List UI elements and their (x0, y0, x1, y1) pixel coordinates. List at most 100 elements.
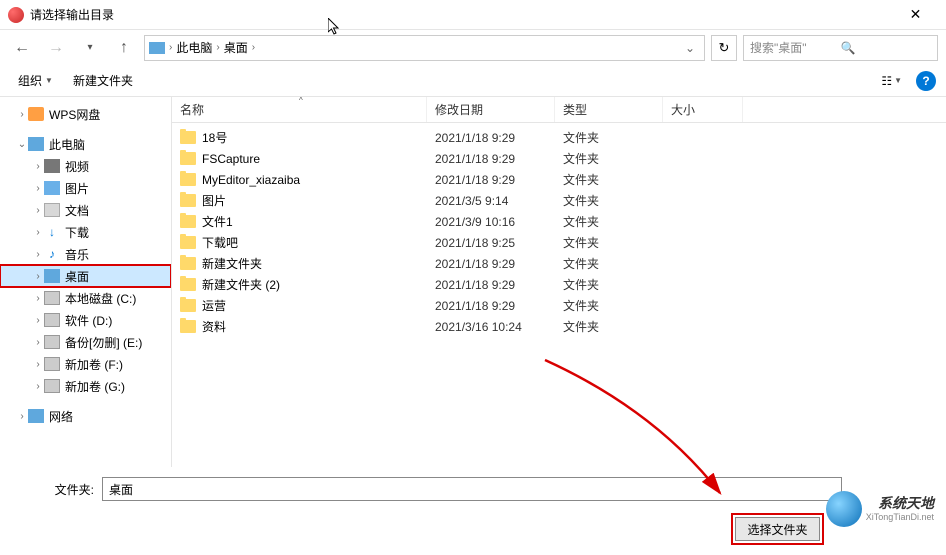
file-name: 文件1 (202, 213, 233, 230)
drive-icon (44, 379, 60, 393)
file-type: 文件夹 (555, 318, 663, 335)
location-icon (149, 42, 165, 54)
folder-icon (180, 194, 196, 207)
sidebar-tree[interactable]: ›WPS网盘 ⌄此电脑 ›视频 ›图片 ›文档 ›↓下载 ›♪音乐 ›桌面 ›本… (0, 97, 172, 467)
file-type: 文件夹 (555, 276, 663, 293)
column-type[interactable]: 类型 (555, 97, 663, 122)
column-headers[interactable]: 名称^ 修改日期 类型 大小 (172, 97, 946, 123)
file-row[interactable]: MyEditor_xiazaiba2021/1/18 9:29文件夹 (172, 169, 946, 190)
refresh-button[interactable]: ↻ (711, 35, 737, 61)
file-type: 文件夹 (555, 213, 663, 230)
file-row[interactable]: 18号2021/1/18 9:29文件夹 (172, 127, 946, 148)
file-name: FSCapture (202, 152, 260, 166)
organize-menu[interactable]: 组织 ▼ (10, 68, 61, 93)
sidebar-item-downloads[interactable]: ›↓下载 (0, 221, 171, 243)
expand-icon[interactable]: › (32, 293, 44, 304)
file-row[interactable]: 文件12021/3/9 10:16文件夹 (172, 211, 946, 232)
file-date: 2021/1/18 9:29 (427, 257, 555, 271)
sidebar-item-drive-c[interactable]: ›本地磁盘 (C:) (0, 287, 171, 309)
file-date: 2021/1/18 9:25 (427, 236, 555, 250)
watermark-logo (826, 491, 862, 527)
column-name[interactable]: 名称^ (172, 97, 427, 122)
drive-icon (44, 335, 60, 349)
forward-button[interactable]: → (42, 34, 70, 62)
pictures-icon (44, 181, 60, 195)
breadcrumb-folder[interactable]: 桌面 (224, 39, 248, 56)
expand-icon[interactable]: › (32, 161, 44, 172)
address-dropdown[interactable]: ⌄ (680, 41, 700, 55)
folder-name-input[interactable] (102, 477, 842, 501)
file-type: 文件夹 (555, 171, 663, 188)
sidebar-item-video[interactable]: ›视频 (0, 155, 171, 177)
folder-icon (180, 257, 196, 270)
search-input[interactable]: 搜索"桌面" 🔍 (743, 35, 938, 61)
help-button[interactable]: ? (916, 71, 936, 91)
sidebar-item-desktop[interactable]: ›桌面 (0, 265, 171, 287)
file-row[interactable]: 图片2021/3/5 9:14文件夹 (172, 190, 946, 211)
select-folder-button[interactable]: 选择文件夹 (735, 517, 820, 541)
file-type: 文件夹 (555, 297, 663, 314)
sidebar-item-pc[interactable]: ⌄此电脑 (0, 133, 171, 155)
back-button[interactable]: ← (8, 34, 36, 62)
sidebar-item-drive-f[interactable]: ›新加卷 (F:) (0, 353, 171, 375)
sidebar-item-drive-g[interactable]: ›新加卷 (G:) (0, 375, 171, 397)
file-type: 文件夹 (555, 150, 663, 167)
wps-icon (28, 107, 44, 121)
expand-icon[interactable]: › (32, 249, 44, 260)
close-button[interactable]: ✕ (893, 0, 938, 30)
dialog-footer: 文件夹: 选择文件夹 (0, 467, 946, 555)
column-size[interactable]: 大小 (663, 97, 743, 122)
sidebar-item-drive-d[interactable]: ›软件 (D:) (0, 309, 171, 331)
breadcrumb-root[interactable]: 此电脑 (176, 39, 212, 56)
sidebar-item-music[interactable]: ›♪音乐 (0, 243, 171, 265)
expand-icon[interactable]: › (32, 337, 44, 348)
file-name: 运营 (202, 297, 226, 314)
music-icon: ♪ (44, 247, 60, 261)
file-name: 新建文件夹 (2) (202, 276, 280, 293)
column-date[interactable]: 修改日期 (427, 97, 555, 122)
sidebar-item-drive-e[interactable]: ›备份[勿删] (E:) (0, 331, 171, 353)
video-icon (44, 159, 60, 173)
folder-name-label: 文件夹: (16, 481, 102, 498)
expand-icon[interactable]: › (16, 109, 28, 120)
file-date: 2021/1/18 9:29 (427, 131, 555, 145)
expand-icon[interactable]: › (32, 359, 44, 370)
navigation-bar: ← → ▾ ↑ › 此电脑 › 桌面 › ⌄ ↻ 搜索"桌面" 🔍 (0, 30, 946, 65)
file-name: 新建文件夹 (202, 255, 262, 272)
address-bar[interactable]: › 此电脑 › 桌面 › ⌄ (144, 35, 705, 61)
up-button[interactable]: ↑ (110, 34, 138, 62)
file-pane: 名称^ 修改日期 类型 大小 18号2021/1/18 9:29文件夹FSCap… (172, 97, 946, 467)
file-row[interactable]: 运营2021/1/18 9:29文件夹 (172, 295, 946, 316)
expand-icon[interactable]: › (32, 315, 44, 326)
file-type: 文件夹 (555, 234, 663, 251)
file-name: 资料 (202, 318, 226, 335)
chevron-right-icon: › (252, 42, 255, 53)
file-list[interactable]: 18号2021/1/18 9:29文件夹FSCapture2021/1/18 9… (172, 123, 946, 467)
chevron-right-icon: › (216, 42, 219, 53)
network-icon (28, 409, 44, 423)
sidebar-item-documents[interactable]: ›文档 (0, 199, 171, 221)
new-folder-button[interactable]: 新建文件夹 (65, 68, 141, 93)
expand-icon[interactable]: › (16, 411, 28, 422)
expand-icon[interactable]: › (32, 205, 44, 216)
expand-icon[interactable]: › (32, 271, 44, 282)
file-row[interactable]: FSCapture2021/1/18 9:29文件夹 (172, 148, 946, 169)
folder-icon (180, 299, 196, 312)
sidebar-item-wps[interactable]: ›WPS网盘 (0, 103, 171, 125)
expand-icon[interactable]: › (32, 381, 44, 392)
collapse-icon[interactable]: ⌄ (16, 139, 28, 150)
expand-icon[interactable]: › (32, 227, 44, 238)
recent-dropdown[interactable]: ▾ (76, 34, 104, 62)
caret-down-icon: ▼ (45, 76, 53, 85)
file-row[interactable]: 资料2021/3/16 10:24文件夹 (172, 316, 946, 337)
watermark-title: 系统天地 (866, 495, 934, 512)
sidebar-item-network[interactable]: ›网络 (0, 405, 171, 427)
file-row[interactable]: 新建文件夹 (2)2021/1/18 9:29文件夹 (172, 274, 946, 295)
file-row[interactable]: 新建文件夹2021/1/18 9:29文件夹 (172, 253, 946, 274)
view-options-button[interactable]: ☷ ▼ (875, 70, 908, 92)
sidebar-item-pictures[interactable]: ›图片 (0, 177, 171, 199)
folder-icon (180, 215, 196, 228)
app-icon (8, 7, 24, 23)
expand-icon[interactable]: › (32, 183, 44, 194)
file-row[interactable]: 下载吧2021/1/18 9:25文件夹 (172, 232, 946, 253)
